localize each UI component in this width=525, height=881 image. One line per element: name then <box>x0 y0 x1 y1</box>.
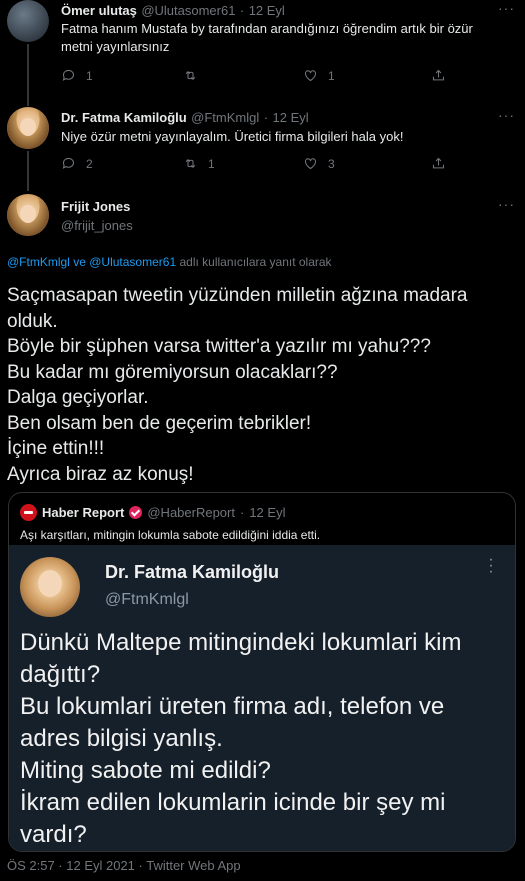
retweet-button[interactable] <box>183 68 303 83</box>
more-icon[interactable]: ··· <box>498 0 515 16</box>
author-name[interactable]: Ömer ulutaş <box>61 3 137 18</box>
thread-line <box>27 44 29 106</box>
retweet-button[interactable]: 1 <box>183 156 303 171</box>
like-icon <box>304 70 317 82</box>
like-button[interactable]: 1 <box>303 68 431 83</box>
thread-line <box>27 151 29 191</box>
author-handle[interactable]: @frijit_jones <box>61 218 133 233</box>
quote-author-name: Haber Report <box>42 505 125 520</box>
image-text: Dünkü Maltepe mitingindeki lokumlari kim… <box>20 629 462 848</box>
reply-icon <box>62 157 75 169</box>
tweet-timestamp[interactable]: ÖS 2:57 · 12 Eyl 2021 · Twitter Web App <box>7 858 241 873</box>
retweet-icon <box>185 70 196 81</box>
like-icon <box>304 158 317 170</box>
share-button[interactable] <box>431 156 446 171</box>
retweet-icon <box>185 158 196 169</box>
author-name[interactable]: Dr. Fatma Kamiloğlu <box>61 110 187 125</box>
reply-icon <box>62 69 75 81</box>
quoted-screenshot-image[interactable]: Dr. Fatma Kamiloğlu @FtmKmlgl · · · Dünkü … <box>9 545 515 851</box>
haber-report-logo <box>20 504 37 521</box>
author-handle[interactable]: @Ulutasomer61 <box>141 3 235 18</box>
more-icon[interactable]: ··· <box>498 107 515 123</box>
image-author-name: Dr. Fatma Kamiloğlu <box>105 562 280 582</box>
avatar-fatma[interactable] <box>7 107 49 149</box>
tweet-text: Niye özür metni yayınlayalım. Üretici fi… <box>61 129 404 144</box>
quote-date: 12 Eyl <box>249 505 286 520</box>
image-author-handle: @FtmKmlgl <box>105 591 189 608</box>
reply-button[interactable]: 1 <box>61 68 183 83</box>
main-tweet-text: Saçmasapan tweetin yüzünden milletin ağz… <box>7 285 468 485</box>
reply-button[interactable]: 2 <box>61 156 183 171</box>
avatar-omer[interactable] <box>7 0 49 42</box>
quote-author-handle: @HaberReport <box>147 505 235 520</box>
more-icon[interactable]: ··· <box>498 196 515 212</box>
verified-icon <box>129 506 143 519</box>
share-icon <box>432 157 445 169</box>
tweet-date[interactable]: 12 Eyl <box>273 110 309 125</box>
share-button[interactable] <box>431 68 446 83</box>
quote-text: Aşı karşıtları, mitingin lokumla sabote … <box>20 528 321 542</box>
reply-context: @FtmKmlgl ve @Ulutasomer61 adlı kullanıc… <box>7 255 332 269</box>
image-more-icon: · · · <box>488 551 494 580</box>
author-handle[interactable]: @FtmKmlgl <box>191 110 259 125</box>
mention-ulutasomer61[interactable]: @Ulutasomer61 <box>89 255 176 269</box>
tweet-date[interactable]: 12 Eyl <box>249 3 285 18</box>
share-icon <box>432 69 445 81</box>
author-name[interactable]: Frijit Jones <box>61 199 130 214</box>
mention-ftmkmlgl[interactable]: @FtmKmlgl <box>7 255 70 269</box>
avatar-frijit[interactable] <box>7 194 49 236</box>
image-avatar <box>20 557 80 617</box>
quoted-tweet[interactable]: Haber Report @HaberReport · 12 Eyl Aşı k… <box>8 492 516 852</box>
like-button[interactable]: 3 <box>303 156 431 171</box>
tweet-text: Fatma hanım Mustafa by tarafından arandı… <box>61 21 473 54</box>
